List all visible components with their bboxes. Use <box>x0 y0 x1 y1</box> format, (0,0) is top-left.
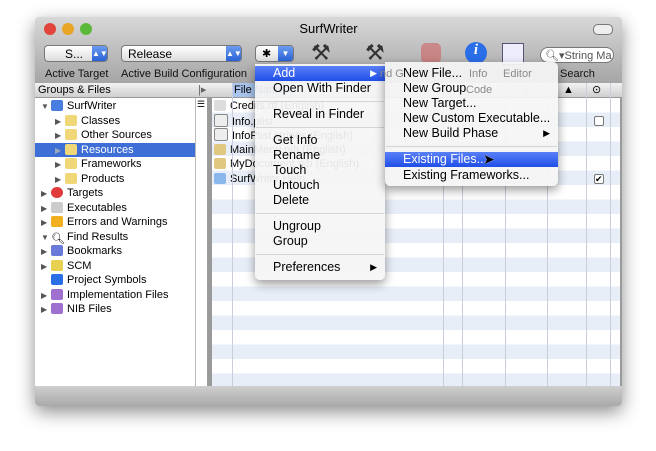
sidebar-item-surfwriter[interactable]: ▼ SurfWriter <box>41 99 116 113</box>
menu-item-add[interactable]: Add ▶ <box>255 66 385 81</box>
menu-separator <box>256 101 384 102</box>
menu-item-untouch[interactable]: Untouch <box>255 178 385 193</box>
editor-label: Editor <box>503 68 532 80</box>
folder-icon <box>65 129 77 140</box>
menu-item-open-with-finder[interactable]: Open With Finder <box>255 81 385 96</box>
sidebar-item-classes[interactable]: ▶ Classes <box>55 114 120 128</box>
executable-icon <box>51 201 63 213</box>
submenu-arrow-icon: ▶ <box>543 128 550 138</box>
build-configuration-popup[interactable]: Release ▲▼ <box>121 45 242 62</box>
active-target-label: Active Target <box>45 68 109 80</box>
magnifier-icon: 🔍︎ <box>51 232 65 245</box>
project-icon <box>51 100 63 111</box>
plist-file-icon <box>214 113 228 127</box>
search-field[interactable]: 🔍︎▾String Ma <box>540 47 614 63</box>
bookmark-icon <box>51 245 63 256</box>
gear-icon: ✱ <box>262 48 272 60</box>
sidebar-item-resources[interactable]: ▶ Resources <box>35 142 195 157</box>
folder-icon <box>214 172 226 184</box>
sidebar-item-implementation-files[interactable]: ▶ Implementation Files <box>41 288 169 302</box>
sidebar-item-targets[interactable]: ▶ Targets <box>41 186 103 200</box>
folder-icon <box>65 158 77 169</box>
menu-separator <box>256 213 384 214</box>
smart-group-icon <box>51 303 63 314</box>
rtf-file-icon <box>214 100 226 111</box>
target-checkbox[interactable] <box>594 116 604 126</box>
info-icon[interactable]: i <box>465 42 487 64</box>
target-checkbox-checked[interactable]: ✔ <box>594 174 604 184</box>
folder-icon <box>65 114 77 126</box>
add-submenu: New File... New Group New Target... New … <box>385 62 558 186</box>
toolbar-toggle-button[interactable] <box>593 24 613 35</box>
active-target-popup[interactable]: S... ▲▼ <box>44 45 108 62</box>
menu-item-preferences[interactable]: Preferences ▶ <box>255 260 385 275</box>
sidebar-item-executables[interactable]: ▶ Executables <box>41 201 127 215</box>
sidebar-item-nib-files[interactable]: ▶ NIB Files <box>41 302 112 316</box>
menu-item-existing-files[interactable]: Existing Files... <box>385 152 558 167</box>
nib-file-icon <box>214 158 226 169</box>
build-config-label: Active Build Configuration <box>121 68 247 80</box>
smart-group-icon <box>51 288 63 300</box>
submenu-arrow-icon: ▶ <box>370 68 377 78</box>
chevron-updown-icon: ▲▼ <box>226 46 242 61</box>
menu-item-delete[interactable]: Delete <box>255 193 385 208</box>
groups-files-sidebar: ▼ SurfWriter ▶ Classes ▶ Other Sources ▶ Res… <box>35 98 195 386</box>
context-menu: Add ▶ Open With Finder Reveal in Finder G… <box>255 64 385 280</box>
sidebar-item-products[interactable]: ▶ Products <box>55 172 124 186</box>
warning-icon <box>51 216 63 227</box>
submenu-arrow-icon: ▶ <box>370 262 377 272</box>
menu-item-new-custom-executable[interactable]: New Custom Executable... <box>385 111 558 126</box>
search-label: Search <box>560 68 595 80</box>
sidebar-item-bookmarks[interactable]: ▶ Bookmarks <box>41 244 122 258</box>
sidebar-detail-column: ☰ <box>195 98 207 386</box>
warning-column-icon[interactable]: ▲ <box>563 83 574 97</box>
stop-icon[interactable] <box>421 43 441 63</box>
strings-file-icon <box>214 128 228 141</box>
sidebar-item-scm[interactable]: ▶ SCM <box>41 259 91 273</box>
menu-item-group[interactable]: Group <box>255 234 385 249</box>
build-and-go-label: nd G <box>380 68 404 80</box>
chevron-down-icon: ▼ <box>278 46 293 61</box>
sidebar-item-errors-warnings[interactable]: ▶ Errors and Warnings <box>41 215 167 229</box>
scm-icon <box>51 259 63 271</box>
search-icon: 🔍︎▾ <box>545 50 565 62</box>
split-toggle-icon[interactable]: |▸ <box>198 83 206 97</box>
build-hammer-icon[interactable]: ⚒ <box>311 40 331 66</box>
menu-item-new-build-phase[interactable]: New Build Phase ▶ <box>385 126 558 141</box>
menu-separator <box>386 146 557 147</box>
sidebar-item-project-symbols[interactable]: Project Symbols <box>41 273 146 287</box>
target-icon <box>51 187 63 198</box>
chevron-updown-icon: ▲▼ <box>92 46 108 61</box>
sidebar-item-frameworks[interactable]: ▶ Frameworks <box>55 157 142 171</box>
menu-item-ungroup[interactable]: Ungroup <box>255 219 385 234</box>
folder-icon <box>65 143 77 155</box>
nib-file-icon <box>214 143 226 155</box>
menu-item-existing-frameworks[interactable]: Existing Frameworks... <box>385 168 558 183</box>
menu-separator <box>256 254 384 255</box>
mouse-cursor-icon: ➤ <box>483 151 495 167</box>
build-and-go-icon[interactable]: ⚒ <box>365 40 385 66</box>
menu-item-touch[interactable]: Touch <box>255 163 385 178</box>
folder-icon <box>65 172 77 184</box>
menu-item-rename[interactable]: Rename <box>255 148 385 163</box>
sidebar-item-other-sources[interactable]: ▶ Other Sources <box>55 128 152 142</box>
status-bar <box>35 386 622 406</box>
code-column-header[interactable]: Code <box>466 83 492 97</box>
sidebar-item-find-results[interactable]: ▼ 🔍︎ Find Results <box>41 230 128 245</box>
symbols-icon <box>51 274 63 285</box>
list-icon[interactable]: ☰ <box>197 99 205 110</box>
target-column-icon[interactable]: ⊙ <box>592 83 601 97</box>
action-gear-button[interactable]: ✱ ▼ <box>255 45 294 62</box>
groups-files-header[interactable]: Groups & Files <box>38 83 111 97</box>
window-title: SurfWriter <box>299 21 358 36</box>
menu-item-get-info[interactable]: Get Info <box>255 133 385 148</box>
menu-item-new-target[interactable]: New Target... <box>385 96 558 111</box>
info-label: Info <box>469 68 488 80</box>
menu-item-reveal-in-finder[interactable]: Reveal in Finder <box>255 107 385 122</box>
menu-separator <box>256 127 384 128</box>
